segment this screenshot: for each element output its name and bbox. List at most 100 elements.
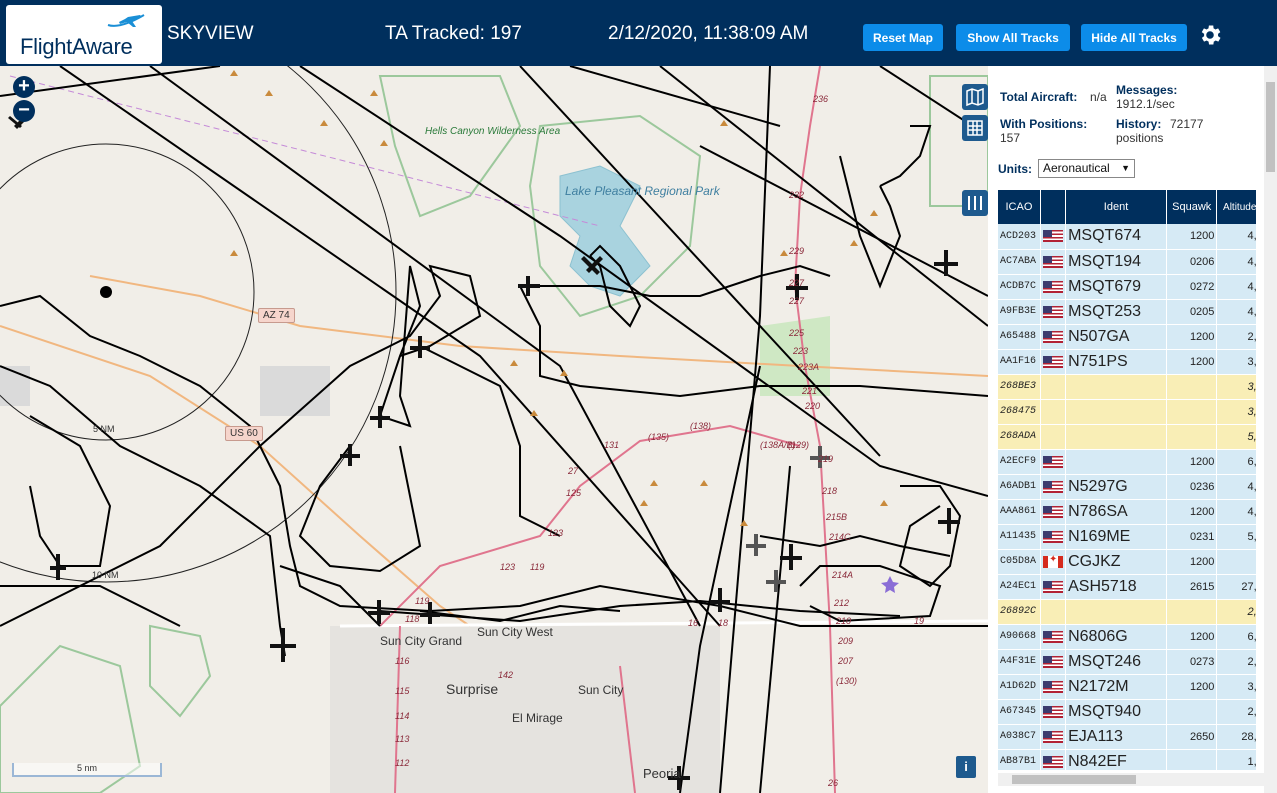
- aircraft-table-container[interactable]: ICAO Ident Squawk Altitude (ft) ACD203 MS…: [998, 190, 1256, 770]
- flightaware-logo[interactable]: FlightAware: [6, 5, 162, 64]
- flag-cell: [1040, 724, 1067, 750]
- column-header-squawk[interactable]: Squawk: [1166, 190, 1218, 224]
- route-number-label: 19: [914, 616, 925, 626]
- table-row[interactable]: A9FB3E MSQT25302054,225: [998, 299, 1256, 325]
- table-row[interactable]: AA1F16 N751PS12003,250: [998, 349, 1256, 375]
- table-row[interactable]: 268ADA 5,900: [998, 424, 1256, 450]
- reset-map-button[interactable]: Reset Map: [863, 24, 943, 51]
- hide-all-tracks-button[interactable]: Hide All Tracks: [1081, 24, 1187, 51]
- table-row[interactable]: A11435 N169ME02315,500: [998, 524, 1256, 550]
- route-number-label: 225: [789, 328, 805, 338]
- flag-cell: [1040, 249, 1067, 275]
- squawk-cell: [1166, 599, 1218, 625]
- ident-cell: [1065, 424, 1167, 450]
- map-scale-bar: 5 nm: [12, 763, 162, 777]
- altitude-cell: 2,700: [1216, 324, 1256, 350]
- column-header-icao[interactable]: ICAO: [998, 190, 1041, 224]
- altitude-cell: 3,500: [1216, 399, 1256, 425]
- table-row[interactable]: A6ADB1 N5297G02364,400: [998, 474, 1256, 500]
- us-flag-icon: [1042, 355, 1063, 368]
- gear-icon[interactable]: [1197, 22, 1223, 48]
- current-datetime: 2/12/2020, 11:38:09 AM: [608, 23, 809, 44]
- units-dropdown[interactable]: Aeronautical ▼: [1038, 159, 1135, 178]
- altitude-cell: [1216, 549, 1256, 575]
- table-row[interactable]: 268475 3,500: [998, 399, 1256, 425]
- table-row[interactable]: A2ECF9 12006,500: [998, 449, 1256, 475]
- info-button[interactable]: i: [956, 756, 976, 778]
- altitude-cell: 4,225: [1216, 299, 1256, 325]
- table-row[interactable]: A1D62D N2172M12003,500: [998, 674, 1256, 700]
- ident-cell: EJA113: [1065, 724, 1167, 750]
- us-flag-icon: [1042, 480, 1063, 493]
- table-row[interactable]: AB87B1 N842EF 1,900: [998, 749, 1256, 770]
- map-layers-button[interactable]: [962, 84, 988, 110]
- us-flag-icon: [1042, 330, 1063, 343]
- flag-cell: [1040, 549, 1067, 575]
- horizontal-scrollbar[interactable]: [998, 773, 1264, 786]
- route-number-label: 227: [789, 296, 805, 306]
- column-header-ident[interactable]: Ident: [1065, 190, 1167, 224]
- table-row[interactable]: A24EC1 ASH5718261527,425: [998, 574, 1256, 600]
- table-row[interactable]: A65488 N507GA12002,700: [998, 324, 1256, 350]
- flag-cell: [1040, 674, 1067, 700]
- total-aircraft-label: Total Aircraft:: [1000, 90, 1078, 104]
- horizontal-scrollbar-thumb[interactable]: [1012, 775, 1136, 784]
- label-surprise: Surprise: [446, 681, 499, 697]
- column-header-altitude[interactable]: Altitude (ft): [1216, 190, 1256, 224]
- table-row[interactable]: ACD203 MSQT67412004,800: [998, 224, 1256, 250]
- altitude-cell: 4,400: [1216, 249, 1256, 275]
- ident-cell: [1065, 374, 1167, 400]
- table-row[interactable]: AC7ABA MSQT19402064,400: [998, 249, 1256, 275]
- grid-toggle-button[interactable]: [962, 115, 988, 141]
- zoom-out-button[interactable]: −: [13, 100, 35, 122]
- icao-cell: AAA861: [998, 499, 1041, 525]
- table-row[interactable]: A67345 MSQT940 2,400: [998, 699, 1256, 725]
- table-row[interactable]: C05D8A CGJKZ1200: [998, 549, 1256, 575]
- altitude-cell: 6,400: [1216, 624, 1256, 650]
- icao-cell: AA1F16: [998, 349, 1041, 375]
- columns-toggle-button[interactable]: [962, 190, 988, 216]
- squawk-cell: 1200: [1166, 624, 1218, 650]
- label-el-mirage: El Mirage: [512, 711, 563, 725]
- us-flag-icon: [1042, 630, 1063, 643]
- flag-cell: [1040, 599, 1067, 625]
- route-number-label: 123: [548, 528, 564, 538]
- table-row[interactable]: A4F31E MSQT24602732,800: [998, 649, 1256, 675]
- icao-cell: A1D62D: [998, 674, 1041, 700]
- table-row[interactable]: A90668 N6806G12006,400: [998, 624, 1256, 650]
- table-row[interactable]: AAA861 N786SA12004,400: [998, 499, 1256, 525]
- us-flag-icon: [1042, 530, 1063, 543]
- ident-cell: N169ME: [1065, 524, 1167, 550]
- route-number-label: 212: [834, 598, 850, 608]
- altitude-cell: 5,500: [1216, 524, 1256, 550]
- flag-cell: [1040, 524, 1067, 550]
- table-row[interactable]: ACDB7C MSQT67902724,300: [998, 274, 1256, 300]
- altitude-cell: 27,425: [1216, 574, 1256, 600]
- icao-cell: 26892C: [998, 599, 1041, 625]
- flag-cell: [1040, 299, 1067, 325]
- messages-value: 1912.1/sec: [1116, 97, 1175, 111]
- route-number-label: (138): [690, 421, 712, 431]
- flag-cell: [1040, 349, 1067, 375]
- route-number-label: 214A: [832, 570, 854, 580]
- history-unit: positions: [1116, 131, 1164, 145]
- squawk-cell: 1200: [1166, 349, 1218, 375]
- messages-label: Messages:: [1116, 83, 1178, 97]
- zoom-in-button[interactable]: +: [13, 76, 35, 98]
- route-number-label: 113: [395, 734, 410, 744]
- total-aircraft-value: n/a: [1090, 90, 1107, 104]
- us-flag-icon: [1042, 280, 1063, 293]
- route-number-label: 218: [822, 486, 838, 496]
- history-value: 72177: [1170, 117, 1204, 131]
- map-view[interactable]: + − Hells Canyon Wilderness Area Lake Pl…: [0, 66, 988, 793]
- column-header-flag[interactable]: [1040, 190, 1067, 224]
- vertical-scrollbar[interactable]: [1264, 66, 1277, 793]
- vertical-scrollbar-thumb[interactable]: [1266, 82, 1275, 172]
- canada-flag-icon: [1042, 554, 1063, 568]
- show-all-tracks-button[interactable]: Show All Tracks: [956, 24, 1070, 51]
- icao-cell: A9FB3E: [998, 299, 1041, 325]
- table-row[interactable]: A038C7 EJA113265028,675: [998, 724, 1256, 750]
- table-row[interactable]: 268BE3 3,400: [998, 374, 1256, 400]
- table-row[interactable]: 26892C 2,425: [998, 599, 1256, 625]
- flag-cell: [1040, 749, 1067, 770]
